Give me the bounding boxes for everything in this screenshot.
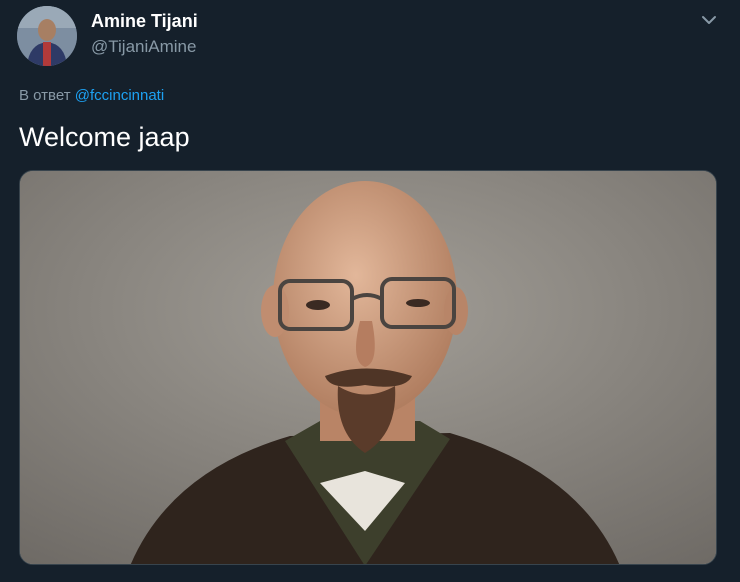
tweet-media-image[interactable] <box>19 170 717 565</box>
tweet-text: Welcome jaap <box>19 122 190 152</box>
reply-context: В ответ @fccincinnati <box>19 87 164 104</box>
portrait-photo <box>20 171 716 564</box>
avatar[interactable] <box>17 6 77 66</box>
author-name[interactable]: Amine Tijani <box>91 11 198 32</box>
avatar-image <box>17 6 77 66</box>
tweet: Amine Tijani @TijaniAmine В ответ @fccin… <box>0 0 740 582</box>
reply-prefix: В ответ <box>19 87 71 104</box>
author-handle[interactable]: @TijaniAmine <box>91 37 196 57</box>
reply-mention-link[interactable]: @fccincinnati <box>75 87 164 104</box>
chevron-down-icon[interactable] <box>697 10 721 30</box>
